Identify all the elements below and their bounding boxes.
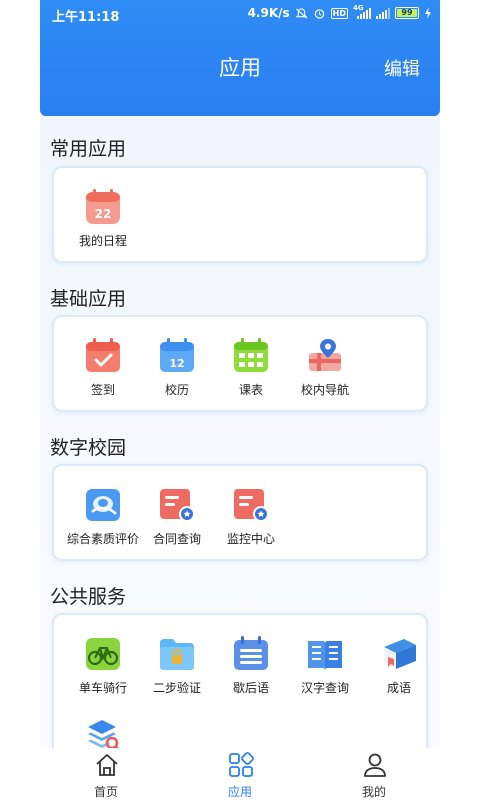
- app-quality-evaluation[interactable]: 综合素质评价: [66, 486, 140, 562]
- calendar-date: 12: [169, 357, 184, 370]
- app-chinese-character-query[interactable]: 汉字查询: [288, 635, 362, 711]
- edit-button[interactable]: 编辑: [384, 55, 420, 81]
- status-time: 上午11:18: [52, 10, 120, 25]
- card-digital-campus: 综合素质评价 合同查询 监控中心: [52, 464, 428, 561]
- school-calendar-icon: 12: [160, 338, 194, 372]
- page-title: 应用: [219, 56, 261, 80]
- tab-label-mine: 我的: [361, 785, 386, 799]
- app-idioms[interactable]: 成语: [362, 635, 436, 711]
- status-bar: 上午11:18 4.9K/s HD 4G 99: [40, 0, 440, 28]
- timetable-grid-icon: [234, 338, 268, 372]
- app-label: 成语: [386, 681, 411, 695]
- bicycle-icon: [86, 638, 120, 670]
- bottom-tab-bar: 首页 应用 我的: [40, 748, 440, 800]
- quality-evaluation-icon: [86, 489, 120, 521]
- app-timetable[interactable]: 课表: [214, 337, 288, 413]
- card-basic-apps: 签到 12 校历 课表 校内导航: [52, 315, 428, 412]
- section-title-public-services: 公共服务: [50, 586, 127, 608]
- app-contract-query[interactable]: 合同查询: [140, 486, 214, 562]
- home-icon: [96, 754, 118, 776]
- app-header: 上午11:18 4.9K/s HD 4G 99 应用 编辑: [40, 0, 440, 116]
- app-school-calendar[interactable]: 12 校历: [140, 337, 214, 413]
- network-speed: 4.9K/s: [247, 6, 290, 20]
- battery-level: 99: [401, 8, 413, 17]
- map-pin-icon: [309, 339, 341, 371]
- tab-home[interactable]: 首页: [66, 752, 146, 800]
- tab-mine[interactable]: 我的: [334, 752, 414, 800]
- idiom-book-icon: [384, 639, 416, 669]
- monitoring-document-icon: [234, 489, 269, 522]
- calendar-schedule-icon: 22: [86, 189, 120, 224]
- open-book-icon: [308, 641, 342, 670]
- signal-icon: [376, 7, 390, 19]
- notebook-list-icon: [234, 636, 268, 670]
- app-label: 校内导航: [300, 383, 349, 397]
- app-label: 我的日程: [78, 234, 127, 248]
- section-title-common-apps: 常用应用: [50, 138, 127, 160]
- tab-apps[interactable]: 应用: [200, 752, 280, 800]
- person-icon: [364, 753, 386, 777]
- app-my-schedule[interactable]: 22 我的日程: [66, 188, 140, 264]
- tab-label-home: 首页: [93, 785, 118, 799]
- card-public-services: 单车骑行 二步验证 歇后语 汉字查询 成语: [52, 613, 428, 763]
- app-campus-navigation[interactable]: 校内导航: [288, 337, 362, 413]
- charging-bolt-icon: [425, 7, 431, 19]
- signal-4g-icon: 4G: [353, 4, 371, 19]
- contract-document-icon: [160, 489, 195, 522]
- phone-screen: 上午11:18 4.9K/s HD 4G 99 应用 编辑 常用应用 22 我的…: [40, 0, 440, 800]
- section-title-basic-apps: 基础应用: [50, 288, 127, 310]
- hd-badge: HD: [330, 7, 348, 19]
- main-content[interactable]: 常用应用 22 我的日程 基础应用 签到 12 校历 课表 校内导航 数字校园 …: [40, 116, 440, 763]
- alarm-clock-icon: [314, 8, 324, 19]
- card-common-apps: 22 我的日程: [52, 166, 428, 263]
- app-two-step-verification[interactable]: 二步验证: [140, 635, 214, 711]
- app-xiehouyu[interactable]: 歇后语: [214, 635, 288, 711]
- app-bike-riding[interactable]: 单车骑行: [66, 635, 140, 711]
- apps-grid-icon: [229, 752, 254, 777]
- schedule-date: 22: [95, 207, 112, 221]
- folder-lock-icon: [160, 639, 194, 670]
- app-monitoring-center[interactable]: 监控中心: [214, 486, 288, 562]
- tab-label-apps: 应用: [227, 785, 252, 799]
- section-title-digital-campus: 数字校园: [50, 437, 127, 459]
- status-icons: 4.9K/s HD 4G 99: [247, 4, 432, 20]
- app-label: 监控中心: [226, 532, 275, 546]
- battery-icon: 99: [395, 7, 419, 19]
- app-check-in[interactable]: 签到: [66, 337, 140, 413]
- check-in-calendar-icon: [86, 338, 120, 372]
- mute-bell-icon: [295, 7, 308, 18]
